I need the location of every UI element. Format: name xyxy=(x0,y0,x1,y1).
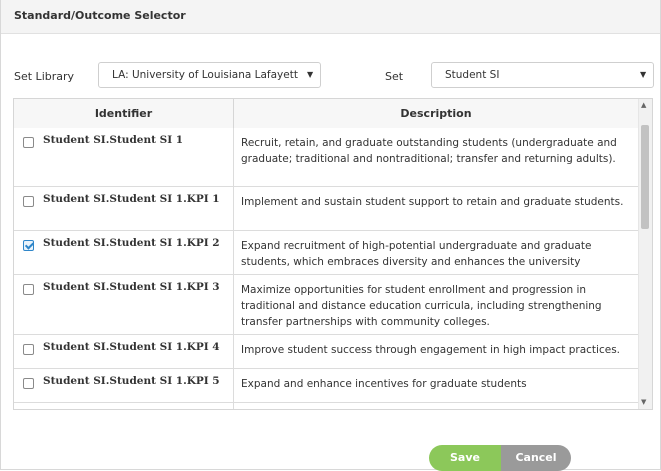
column-header-identifier[interactable]: Identifier xyxy=(14,99,234,128)
set-library-label: Set Library xyxy=(14,70,75,83)
row-checkbox[interactable] xyxy=(23,137,34,148)
table-scrollbar[interactable]: ▲ ▼ xyxy=(638,99,652,409)
dialog-titlebar: Standard/Outcome Selector xyxy=(1,0,660,34)
row-checkbox[interactable] xyxy=(23,344,34,355)
scroll-down-icon[interactable]: ▼ xyxy=(641,398,646,406)
description-text: Expand and enhance incentives for gradua… xyxy=(241,378,527,390)
standards-table: Identifier Description Student SI.Studen… xyxy=(13,98,653,410)
description-text: Maximize opportunities for student enrol… xyxy=(241,284,602,328)
identifier-text: Student SI.Student SI 1.KPI 2 xyxy=(43,237,220,249)
table-row[interactable]: Student SI.Student SI 1.KPI 4 Improve st… xyxy=(14,335,639,369)
identifier-text: Student SI.Student SI 1.KPI 5 xyxy=(43,375,220,387)
table-row[interactable]: Student SI.Student SI 1 Recruit, retain,… xyxy=(14,128,639,187)
table-row[interactable]: Student SI.Student SI 1.KPI 3 Maximize o… xyxy=(14,275,639,335)
set-select[interactable]: Student SI ▼ xyxy=(431,62,654,88)
table-row[interactable]: Student SI.Student SI 1.KPI 2 Expand rec… xyxy=(14,231,639,275)
scroll-up-icon[interactable]: ▲ xyxy=(641,101,646,109)
table-header: Identifier Description xyxy=(14,99,639,129)
row-checkbox-checked[interactable] xyxy=(23,240,34,251)
description-text: Improve student success through engageme… xyxy=(241,344,621,356)
row-checkbox[interactable] xyxy=(23,378,34,389)
description-text: Implement and sustain student support to… xyxy=(241,196,624,208)
description-text: Recruit, retain, and graduate outstandin… xyxy=(241,137,617,165)
identifier-cell xyxy=(14,403,234,409)
identifier-text: Student SI.Student SI 1 xyxy=(43,134,184,146)
description-text: Expand recruitment of high-potential und… xyxy=(241,240,592,268)
table-row-partial xyxy=(14,403,639,409)
cancel-button[interactable]: Cancel xyxy=(501,445,571,471)
column-header-description[interactable]: Description xyxy=(233,99,639,128)
identifier-text: Student SI.Student SI 1.KPI 3 xyxy=(43,281,220,293)
set-library-select[interactable]: LA: University of Louisiana Lafayette ▼ xyxy=(98,62,321,88)
table-row[interactable]: Student SI.Student SI 1.KPI 5 Expand and… xyxy=(14,369,639,403)
row-checkbox[interactable] xyxy=(23,196,34,207)
save-button[interactable]: Save xyxy=(429,445,501,471)
chevron-down-icon: ▼ xyxy=(640,70,647,79)
row-checkbox[interactable] xyxy=(23,284,34,295)
identifier-text: Student SI.Student SI 1.KPI 1 xyxy=(43,193,220,205)
identifier-text: Student SI.Student SI 1.KPI 4 xyxy=(43,341,220,353)
set-label: Set xyxy=(385,70,404,83)
chevron-down-icon: ▼ xyxy=(307,70,314,79)
set-value: Student SI xyxy=(445,69,500,81)
scrollbar-thumb[interactable] xyxy=(641,125,649,229)
table-row[interactable]: Student SI.Student SI 1.KPI 1 Implement … xyxy=(14,187,639,231)
set-library-value: LA: University of Louisiana Lafayette xyxy=(112,69,298,81)
standard-outcome-selector-dialog: Standard/Outcome Selector Set Library LA… xyxy=(0,0,661,471)
dialog-title: Standard/Outcome Selector xyxy=(14,9,186,22)
